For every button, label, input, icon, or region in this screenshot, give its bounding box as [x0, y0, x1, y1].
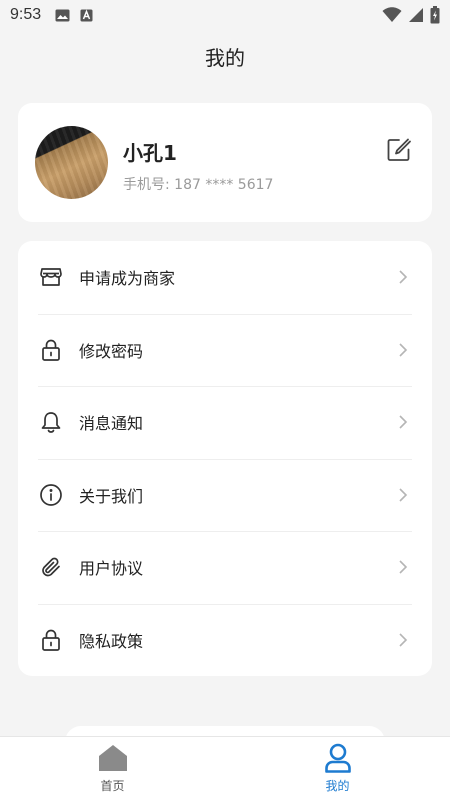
lock-icon [38, 337, 64, 363]
tab-home[interactable]: 首页 [0, 737, 225, 800]
menu-item-label: 隐私政策 [79, 631, 144, 651]
menu-item-label: 用户协议 [79, 559, 144, 579]
page-title: 我的 [205, 46, 245, 70]
avatar[interactable] [35, 126, 108, 199]
menu-item-label: 申请成为商家 [79, 269, 176, 289]
status-time: 9:53 [10, 6, 42, 23]
menu-item-notifications[interactable]: 消息通知 [18, 386, 432, 459]
tab-home-label: 首页 [100, 779, 125, 793]
menu-item-label: 关于我们 [79, 486, 144, 506]
lock-icon [38, 627, 64, 653]
edit-profile-button[interactable] [386, 137, 412, 163]
menu-item-change-password[interactable]: 修改密码 [18, 313, 432, 387]
store-icon [38, 264, 64, 290]
chevron-right-icon [399, 560, 408, 574]
battery-icon [430, 6, 440, 24]
status-bar: 9:53 [0, 0, 450, 30]
menu-item-user-agreement[interactable]: 用户协议 [18, 531, 432, 604]
menu-item-apply-merchant[interactable]: 申请成为商家 [18, 241, 432, 314]
tab-mine[interactable]: 我的 [225, 737, 450, 800]
chevron-right-icon [399, 633, 408, 647]
paperclip-icon [38, 554, 64, 580]
user-name: 小孔1 [123, 141, 177, 165]
a-icon [80, 8, 93, 21]
menu-item-label: 消息通知 [79, 414, 144, 434]
signal-icon [409, 8, 423, 22]
chevron-right-icon [399, 415, 408, 429]
user-phone: 手机号: 187 **** 5617 [123, 177, 274, 193]
tab-bar: 首页 我的 [0, 736, 450, 800]
menu-item-about-us[interactable]: 关于我们 [18, 458, 432, 532]
status-system-icons [382, 6, 440, 24]
menu-card: 申请成为商家 修改密码 消息通知 关于我们 用户协议 隐私政策 [18, 241, 432, 676]
info-icon [38, 482, 64, 508]
image-icon [55, 9, 70, 21]
chevron-right-icon [399, 488, 408, 502]
menu-item-label: 修改密码 [79, 341, 144, 361]
bell-icon [38, 409, 64, 435]
status-notification-icons [55, 8, 93, 22]
chevron-right-icon [399, 270, 408, 284]
chevron-right-icon [399, 343, 408, 357]
profile-card[interactable]: 小孔1 手机号: 187 **** 5617 [18, 103, 432, 222]
menu-item-privacy-policy[interactable]: 隐私政策 [18, 603, 432, 677]
home-icon [98, 743, 128, 773]
edit-icon [387, 138, 411, 161]
tab-mine-label: 我的 [325, 779, 350, 793]
wifi-icon [382, 7, 402, 22]
user-icon [323, 743, 353, 773]
